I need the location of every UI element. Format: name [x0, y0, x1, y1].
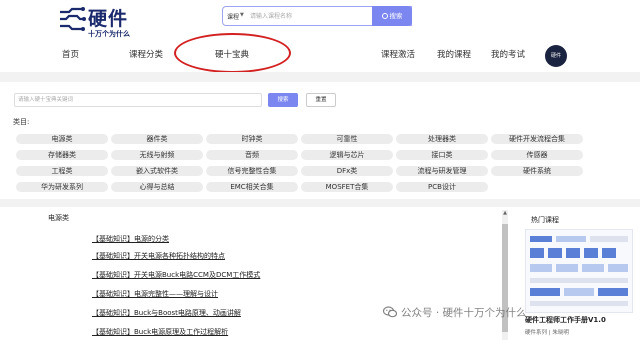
article-link[interactable]: 【基础知识】电源的分类 — [92, 234, 169, 244]
circuit-logo-icon — [59, 7, 86, 31]
treasury-search-input[interactable] — [14, 93, 262, 107]
category-chip[interactable]: 信号完整性合集 — [206, 166, 298, 176]
article-link[interactable]: 【基础知识】Buck与Boost电路原理、动画讲解 — [92, 308, 241, 318]
category-chip[interactable]: 无线与射频 — [111, 150, 203, 160]
category-chip[interactable]: 存储器类 — [16, 150, 108, 160]
category-chip[interactable]: 接口类 — [396, 150, 488, 160]
category-chip[interactable]: 逻辑与芯片 — [301, 150, 393, 160]
search-category-select[interactable]: 课程 — [227, 12, 239, 21]
section-title: 电源类 — [48, 214, 69, 222]
category-chip[interactable]: 硬件开发流程合集 — [491, 134, 583, 144]
nav-my-courses[interactable]: 我的课程 — [437, 48, 471, 60]
article-link[interactable]: 【基础知识】电源完整性——理解与设计 — [92, 289, 218, 299]
wechat-icon — [383, 306, 397, 318]
category-chip[interactable]: 心得与总结 — [111, 182, 203, 192]
category-chip[interactable]: 处理器类 — [396, 134, 488, 144]
category-chip[interactable]: EMC相关合集 — [206, 182, 298, 192]
avatar[interactable]: 硬件 — [545, 45, 567, 67]
divider-band — [0, 199, 640, 207]
chevron-down-icon[interactable]: ▼ — [240, 12, 244, 18]
category-chip[interactable]: 器件类 — [111, 134, 203, 144]
course-search-button[interactable]: 搜索 — [372, 6, 412, 26]
logo-title: 硬件 — [88, 8, 129, 30]
highlight-circle — [174, 33, 291, 73]
search-icon — [381, 13, 388, 19]
course-search-input[interactable] — [250, 10, 370, 22]
course-title[interactable]: 硬件工程师工作手册V1.0 — [525, 315, 606, 325]
article-link[interactable]: 【基础知识】开关电源各种拓扑结构的特点 — [92, 251, 225, 261]
category-chip[interactable]: 时钟类 — [206, 134, 298, 144]
divider-band — [0, 72, 640, 82]
article-link[interactable]: 【基础知识】Buck电源原理及工作过程解析 — [92, 327, 228, 337]
category-chip[interactable]: 音频 — [206, 150, 298, 160]
hot-courses-title: 热门课程 — [531, 216, 559, 224]
nav-home[interactable]: 首页 — [62, 48, 79, 60]
search-button-label: 搜索 — [389, 12, 403, 20]
hot-courses-panel: 热门课程 硬件工程师工作手册V1.0 硬件系列 | 朱晓明 — [519, 207, 640, 340]
category-chip[interactable]: 华为研发系列 — [16, 182, 108, 192]
nav-my-exams[interactable]: 我的考试 — [491, 48, 525, 60]
scroll-up-icon[interactable]: ▲ — [502, 210, 508, 216]
logo-subtitle: 十万个为什么 — [88, 29, 130, 38]
top-header: 硬件 十万个为什么 课程 ▼ 搜索 首页 课程分类 硬十宝典 课程激活 我的课程… — [0, 0, 640, 73]
nav-course-activation[interactable]: 课程激活 — [381, 48, 415, 60]
list-scrollbar[interactable]: ▲ — [502, 210, 508, 340]
category-chip[interactable]: 工程类 — [16, 166, 108, 176]
watermark-text: 公众号 · 硬件十万个为什么 — [401, 307, 527, 319]
wechat-watermark: 公众号 · 硬件十万个为什么 — [383, 304, 527, 320]
treasury-search-button[interactable]: 搜索 — [268, 93, 298, 107]
category-chip[interactable]: 可靠性 — [301, 134, 393, 144]
category-chip[interactable]: MOSFET合集 — [301, 182, 393, 192]
article-list-panel: 电源类 【基础知识】电源的分类 【基础知识】开关电源各种拓扑结构的特点 【基础知… — [0, 207, 510, 340]
nav-course-categories[interactable]: 课程分类 — [129, 48, 163, 60]
category-chip[interactable]: DFx类 — [301, 166, 393, 176]
treasury-reset-button[interactable]: 重置 — [306, 93, 336, 107]
article-link[interactable]: 【基础知识】开关电源Buck电路CCM及DCM工作模式 — [92, 270, 260, 280]
category-label: 类目: — [13, 118, 30, 126]
category-chip[interactable]: 传感器 — [491, 150, 583, 160]
course-cover-image[interactable] — [525, 229, 633, 313]
category-chip[interactable]: 嵌入式软件类 — [111, 166, 203, 176]
category-chip[interactable]: 电源类 — [16, 134, 108, 144]
site-logo[interactable]: 硬件 十万个为什么 — [57, 4, 147, 38]
category-chip[interactable]: 硬件系统 — [491, 166, 583, 176]
category-chip[interactable]: 流程与研发管理 — [396, 166, 488, 176]
category-chip[interactable]: PCB设计 — [396, 182, 488, 192]
course-subtitle: 硬件系列 | 朱晓明 — [525, 330, 569, 336]
